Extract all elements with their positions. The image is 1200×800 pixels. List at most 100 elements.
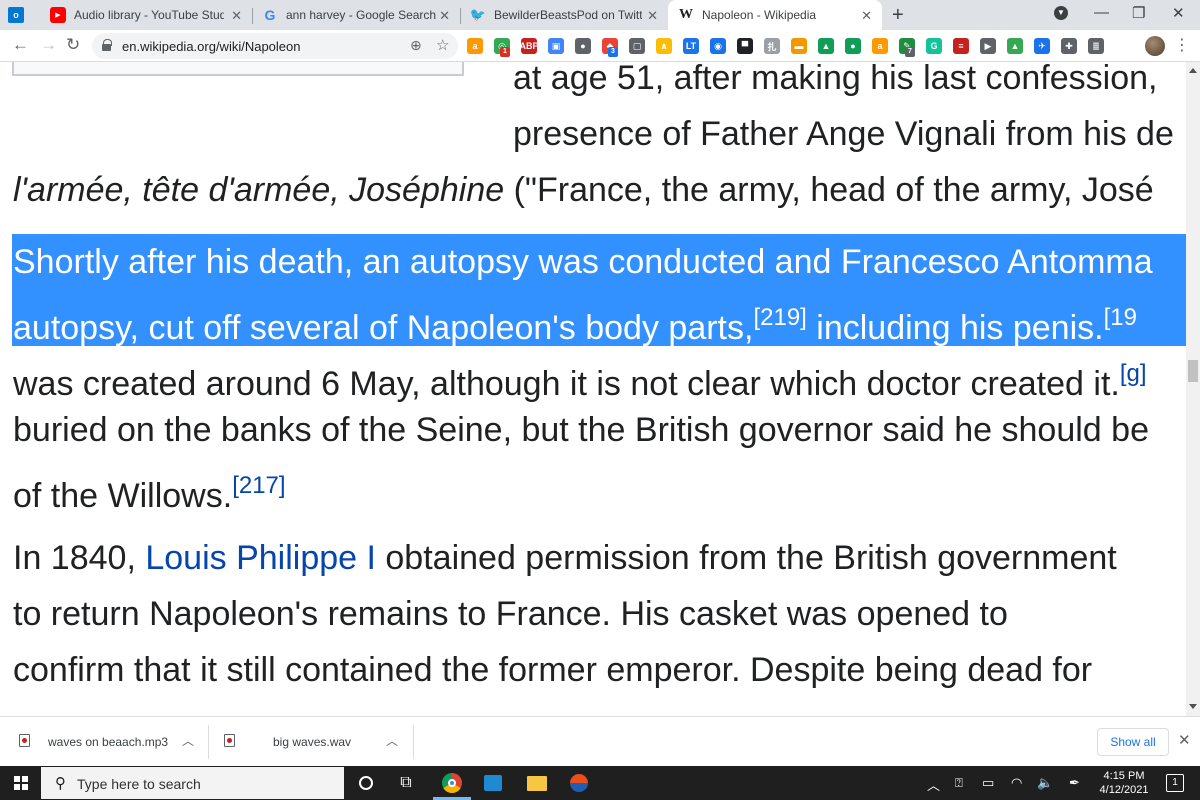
audio-file-icon[interactable] (224, 734, 235, 747)
close-icon[interactable]: ✕ (1178, 731, 1191, 749)
wikipedia-icon: W (679, 7, 693, 22)
file-explorer-icon[interactable] (524, 771, 550, 795)
meet-now-icon[interactable]: ⍰ (955, 775, 963, 791)
tab-youtube-studio[interactable]: ▶ Audio library - YouTube Studio ✕ (40, 0, 252, 30)
reload-icon[interactable]: ↻ (66, 35, 80, 55)
chrome-icon[interactable] (439, 771, 465, 795)
extension-icon[interactable]: G (926, 38, 942, 54)
extension-icon[interactable]: 扎 (764, 38, 780, 54)
extension-icon[interactable]: ∧ (656, 38, 672, 54)
close-icon[interactable]: ✕ (647, 8, 658, 24)
tab-twitter[interactable]: 🐦 BewilderBeastsPod on Twitter: "R ✕ (460, 0, 668, 30)
address-bar[interactable]: en.wikipedia.org/wiki/Napoleon ⊕ ☆ (92, 33, 458, 59)
note-g-link[interactable]: [g] (1120, 360, 1147, 387)
download-item-name[interactable]: big waves.wav (273, 735, 351, 749)
download-separator (208, 725, 209, 759)
close-icon[interactable]: ✕ (439, 8, 450, 24)
extension-label: ABP (519, 41, 539, 51)
extension-icon[interactable]: ✚ (1061, 38, 1077, 54)
tab-wikipedia[interactable]: W Napoleon - Wikipedia ✕ (668, 0, 882, 30)
tab-google-search[interactable]: G ann harvey - Google Search ✕ (252, 0, 460, 30)
extension-icon[interactable]: ≡ (953, 38, 969, 54)
article-line-selected[interactable]: autopsy, cut off several of Napoleon's b… (13, 298, 1137, 348)
extension-label: ≣ (1092, 40, 1100, 51)
extension-icon[interactable]: ● (845, 38, 861, 54)
tab-search-icon[interactable]: ▼ (1054, 6, 1068, 20)
extension-icon[interactable]: ✎ 7 (899, 38, 915, 57)
article-line: of the Willows.[217] (13, 466, 286, 516)
close-icon[interactable]: ✕ (231, 8, 242, 24)
forward-arrow-icon[interactable]: → (40, 35, 57, 55)
back-arrow-icon[interactable]: ← (12, 35, 29, 55)
extension-icon[interactable]: ABP (519, 38, 539, 54)
volume-icon[interactable]: 🔈 (1037, 775, 1053, 791)
audio-file-icon[interactable] (19, 734, 30, 747)
extension-icon[interactable]: LT (683, 38, 699, 54)
extension-icon[interactable]: a (467, 38, 483, 54)
profile-avatar[interactable] (1145, 36, 1165, 56)
page-scrollbar[interactable] (1186, 62, 1200, 716)
scroll-up-arrow-icon[interactable] (1189, 68, 1197, 73)
extension-icon[interactable]: ✈ (1034, 38, 1050, 54)
chevron-up-icon[interactable]: ︿ (386, 732, 398, 749)
restore-button[interactable]: ❐ (1132, 4, 1145, 22)
citation-219-link[interactable]: [219] (753, 304, 806, 331)
article-text: obtained permission from the British gov… (375, 539, 1117, 577)
extension-icon[interactable]: ▲ (818, 38, 834, 54)
photos-icon[interactable] (480, 771, 506, 795)
close-icon[interactable]: ✕ (861, 8, 872, 24)
extension-icon[interactable]: ● (575, 38, 591, 54)
scroll-thumb[interactable] (1188, 360, 1198, 382)
extension-icon[interactable]: ◎ 1 (494, 38, 510, 57)
extension-icon[interactable]: ◆ 3 (602, 38, 618, 57)
article-text: In 1840, (13, 539, 146, 577)
extension-icon[interactable]: ≣ (1088, 38, 1104, 54)
download-item-name[interactable]: waves on beaach.mp3 (48, 735, 168, 749)
extension-icon[interactable]: ▶ (980, 38, 996, 54)
scroll-down-arrow-icon[interactable] (1189, 704, 1197, 709)
clock-date: 4/12/2021 (1099, 784, 1149, 796)
game-app-icon[interactable] (566, 771, 592, 795)
taskbar-search-box[interactable]: ⚲ Type here to search (41, 767, 344, 799)
task-view-icon[interactable]: ⧉ (393, 771, 419, 795)
extension-label: ▢ (632, 40, 642, 51)
menu-kebab-icon[interactable]: ⋮ (1174, 35, 1190, 55)
louis-philippe-link[interactable]: Louis Philippe I (145, 539, 376, 577)
outlook-icon[interactable]: o (8, 7, 24, 23)
search-placeholder: Type here to search (77, 776, 201, 792)
extension-icon[interactable]: ▣ (548, 38, 564, 54)
notification-center-icon[interactable]: 1 (1166, 774, 1184, 792)
chevron-up-icon[interactable]: ︿ (182, 732, 194, 749)
system-clock[interactable]: 4:15 PM 4/12/2021 (1094, 769, 1154, 797)
pen-icon[interactable]: ✒ (1069, 775, 1080, 791)
citation-217-link[interactable]: [217] (232, 472, 285, 499)
extension-icon[interactable]: ▢ (629, 38, 645, 54)
chevron-up-icon[interactable]: ︿ (927, 775, 940, 794)
article-line-selected[interactable]: Shortly after his death, an autopsy was … (13, 242, 1153, 282)
extension-icon[interactable]: ◉ (710, 38, 726, 54)
wifi-icon[interactable]: ◠ (1011, 775, 1022, 791)
windows-start-icon[interactable] (14, 776, 28, 790)
article-line: buried on the banks of the Seine, but th… (13, 411, 1149, 449)
antommarchi-link[interactable]: Francesco Antomma (841, 243, 1153, 281)
citation-19-link[interactable]: [19 (1104, 304, 1137, 331)
bookmark-star-icon[interactable]: ☆ (436, 36, 449, 54)
article-line: to return Napoleon's remains to France. … (13, 595, 1008, 633)
lock-icon[interactable] (102, 39, 112, 51)
url-text[interactable]: en.wikipedia.org/wiki/Napoleon (122, 39, 301, 54)
extension-icon[interactable]: a (872, 38, 888, 54)
article-line: presence of Father Ange Vignali from his… (513, 115, 1174, 153)
extension-icon[interactable]: ▀ (737, 38, 753, 54)
close-window-button[interactable]: ✕ (1172, 4, 1185, 22)
zoom-icon[interactable]: ⊕ (410, 37, 422, 54)
battery-icon[interactable]: ▭ (982, 775, 994, 791)
article-line: was created around 6 May, although it is… (13, 354, 1147, 404)
new-tab-button[interactable]: + (892, 4, 904, 27)
minimize-button[interactable]: — (1094, 4, 1109, 21)
extension-label: ▀ (741, 41, 749, 51)
extension-label: LT (685, 41, 697, 51)
extension-icon[interactable]: ▲ (1007, 38, 1023, 54)
show-all-button[interactable]: Show all (1097, 728, 1169, 756)
cortana-icon[interactable] (353, 771, 379, 795)
extension-icon[interactable]: ▬ (791, 38, 807, 54)
